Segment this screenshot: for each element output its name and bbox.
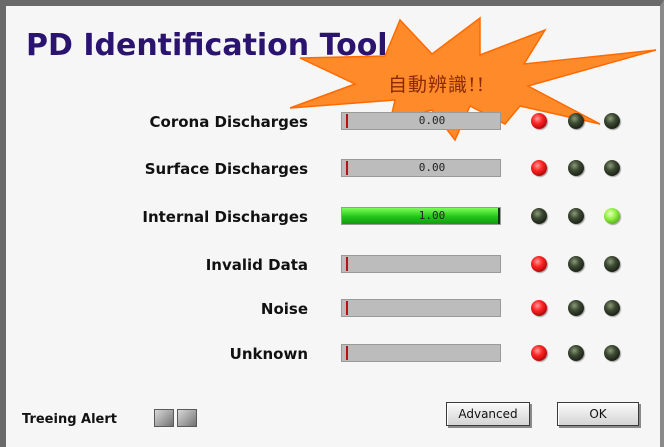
status-led-3	[604, 256, 620, 272]
row-internal-discharges: Internal Discharges 1.00	[0, 205, 664, 231]
level-meter	[341, 255, 501, 273]
meter-value: 0.00	[418, 114, 446, 127]
status-led-2	[568, 113, 584, 129]
status-led-3	[604, 160, 620, 176]
status-led-1	[531, 345, 547, 361]
meter-zero-tick	[346, 346, 348, 360]
level-meter: 1.00	[341, 207, 501, 225]
ok-button[interactable]: OK	[557, 402, 639, 426]
meter-value: 1.00	[418, 209, 446, 222]
treeing-alert-label: Treeing Alert	[22, 412, 117, 427]
row-label: Noise	[260, 300, 308, 318]
callout-text: 自動辨識!!	[388, 74, 486, 96]
status-led-3	[604, 113, 620, 129]
status-led-2	[568, 345, 584, 361]
meter-zero-tick	[346, 161, 348, 175]
level-meter: 0.00	[341, 112, 501, 130]
row-invalid-data: Invalid Data	[0, 253, 664, 279]
row-label: Invalid Data	[205, 256, 308, 274]
treeing-alert-indicator-2	[177, 409, 197, 427]
meter-zero-tick	[346, 301, 348, 315]
row-label: Surface Discharges	[144, 160, 308, 178]
level-meter	[341, 299, 501, 317]
row-unknown: Unknown	[0, 342, 664, 368]
status-led-2	[568, 256, 584, 272]
row-label: Unknown	[229, 345, 308, 363]
row-label: Internal Discharges	[142, 208, 308, 226]
status-led-3	[604, 300, 620, 316]
advanced-button[interactable]: Advanced	[446, 402, 530, 426]
row-surface-discharges: Surface Discharges 0.00	[0, 157, 664, 183]
treeing-alert-indicator-1	[154, 409, 174, 427]
status-led-1	[531, 256, 547, 272]
meter-zero-tick	[346, 114, 348, 128]
meter-value: 0.00	[418, 161, 446, 174]
status-led-1	[531, 300, 547, 316]
status-led-1	[531, 208, 547, 224]
status-led-3	[604, 345, 620, 361]
meter-zero-tick	[346, 257, 348, 271]
status-led-2	[568, 208, 584, 224]
status-led-2	[568, 160, 584, 176]
level-meter	[341, 344, 501, 362]
status-led-2	[568, 300, 584, 316]
window-title: PD Identification Tool	[26, 28, 388, 63]
status-led-1	[531, 160, 547, 176]
row-corona-discharges: Corona Discharges 0.00	[0, 110, 664, 136]
row-label: Corona Discharges	[149, 113, 309, 131]
row-noise: Noise	[0, 297, 664, 323]
status-led-3	[604, 208, 620, 224]
status-led-1	[531, 113, 547, 129]
level-meter: 0.00	[341, 159, 501, 177]
